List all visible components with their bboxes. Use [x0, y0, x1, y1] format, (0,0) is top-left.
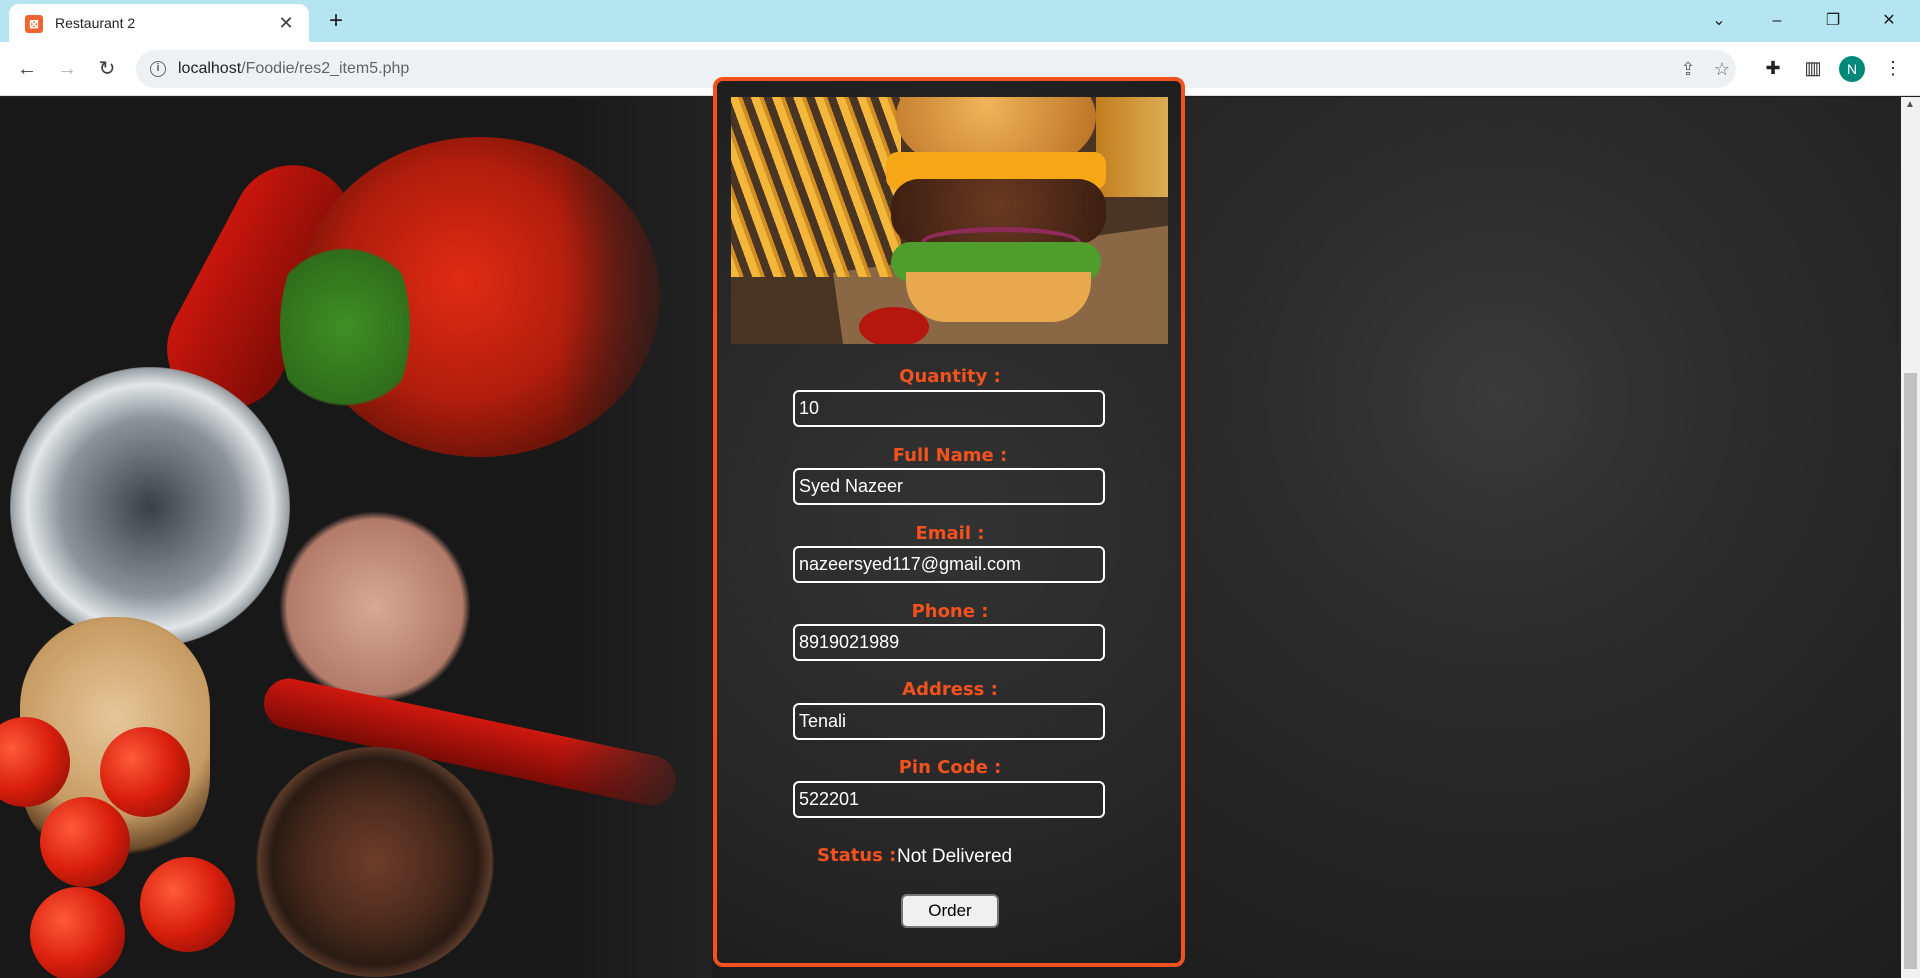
tab-search-icon[interactable]: ⌄: [1696, 6, 1742, 36]
order-button[interactable]: Order: [901, 894, 999, 928]
maximize-icon[interactable]: ❐: [1810, 6, 1856, 36]
pincode-input[interactable]: [793, 781, 1105, 818]
forward-icon[interactable]: →: [52, 54, 82, 84]
page-scrollbar[interactable]: ▲: [1901, 97, 1920, 978]
xampp-favicon-icon: ⊠: [25, 15, 43, 33]
status-value: Not Delivered: [897, 846, 1013, 867]
address-input[interactable]: [793, 703, 1105, 740]
email-input[interactable]: [793, 546, 1105, 583]
tab-restaurant-2[interactable]: ⊠ Restaurant 2 ✕: [9, 4, 309, 42]
profile-avatar[interactable]: N: [1839, 56, 1865, 82]
pincode-label: Pin Code :: [898, 757, 1002, 778]
quantity-input[interactable]: [793, 390, 1105, 427]
phone-label: Phone :: [911, 601, 989, 622]
close-tab-icon[interactable]: ✕: [275, 12, 297, 34]
phone-input[interactable]: [793, 624, 1105, 661]
url-text[interactable]: localhost/Foodie/res2_item5.php: [178, 60, 409, 78]
share-icon[interactable]: ⇪: [1676, 57, 1700, 81]
quantity-label: Quantity :: [899, 366, 1001, 387]
email-label: Email :: [915, 523, 985, 544]
background-food-photo: [0, 97, 712, 978]
info-icon[interactable]: i: [150, 61, 166, 77]
back-icon[interactable]: ←: [12, 54, 42, 84]
extensions-icon[interactable]: ✚: [1760, 55, 1786, 81]
burger-fries-image: [731, 97, 1168, 344]
minimize-icon[interactable]: –: [1754, 6, 1800, 36]
menu-icon[interactable]: ⋮: [1880, 55, 1906, 81]
sidepanel-icon[interactable]: ▥: [1800, 55, 1826, 81]
address-label: Address :: [902, 679, 998, 700]
tab-title: Restaurant 2: [55, 15, 136, 31]
new-tab-icon[interactable]: +: [322, 8, 350, 36]
scrollbar-thumb[interactable]: [1904, 373, 1917, 969]
fullname-input[interactable]: [793, 468, 1105, 505]
scroll-up-arrow-icon[interactable]: ▲: [1905, 99, 1915, 110]
tab-strip: ⊠ Restaurant 2 ✕ + ⌄ – ❐ ✕: [0, 0, 1920, 42]
close-window-icon[interactable]: ✕: [1866, 6, 1912, 36]
reload-icon[interactable]: ↻: [92, 54, 122, 84]
star-icon[interactable]: ☆: [1710, 57, 1734, 81]
fullname-label: Full Name :: [892, 445, 1008, 466]
status-label: Status :: [817, 845, 897, 866]
